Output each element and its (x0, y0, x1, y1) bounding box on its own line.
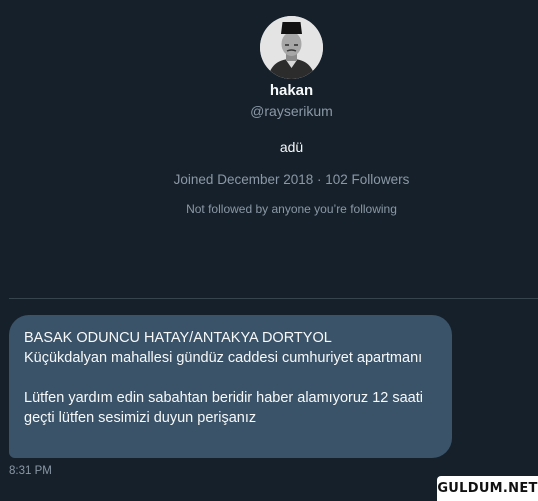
message-paragraph-gap (24, 368, 438, 388)
avatar[interactable] (260, 16, 323, 79)
followers-count-link[interactable]: 102 Followers (325, 172, 409, 187)
message-line-plea: Lütfen yardım edin sabahtan beridir habe… (24, 390, 423, 426)
message-line-address-2: Küçükdalyan mahallesi gündüz caddesi cum… (24, 350, 423, 366)
display-name[interactable]: hakan (0, 82, 538, 100)
watermark-text: GULDUM.NET (437, 481, 538, 496)
divider (9, 298, 538, 299)
message-timestamp: 8:31 PM (9, 465, 52, 477)
message-line-address-1: BASAK ODUNCU HATAY/ANTAKYA DORTYOL (24, 330, 332, 346)
profile-meta: Joined December 2018 · 102 Followers (0, 171, 538, 189)
joined-date: Joined December 2018 (173, 172, 314, 187)
mutual-followers-note: Not followed by anyone you’re following (186, 202, 397, 216)
profile-header: hakan @rayserikum adü Joined December 20… (0, 0, 538, 298)
watermark-logo: GULDUM.NET (437, 476, 538, 501)
profile-bio: adü (279, 139, 304, 155)
message-bubble[interactable]: BASAK ODUNCU HATAY/ANTAKYA DORTYOL Küçük… (9, 315, 452, 458)
avatar-portrait-icon (260, 16, 323, 79)
meta-separator: · (317, 172, 322, 187)
user-handle[interactable]: @rayserikum (0, 102, 538, 120)
